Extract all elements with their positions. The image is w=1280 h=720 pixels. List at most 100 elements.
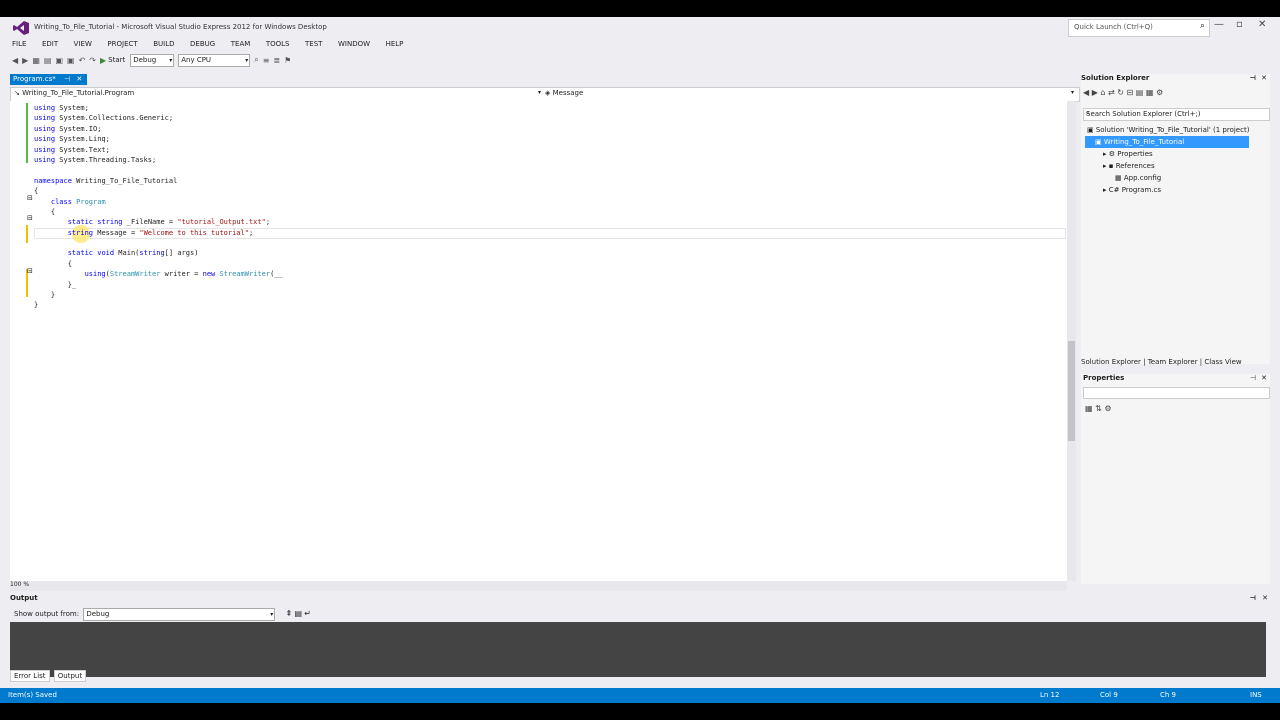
code-line[interactable]: using System.Text;	[34, 145, 283, 155]
collapse-method-icon[interactable]: ⊟	[27, 267, 33, 275]
type-dropdown[interactable]: ↘ Writing_To_File_Tutorial.Program	[14, 89, 134, 97]
tab-program-cs[interactable]: Program.cs* ⊣ ✕	[10, 74, 87, 85]
find-icon[interactable]: ⌕	[254, 55, 258, 65]
menu-test[interactable]: TEST	[305, 40, 322, 48]
word-wrap-icon[interactable]: ↵	[304, 609, 311, 618]
uncomment-icon[interactable]: ≣	[273, 56, 280, 65]
tab-team-explorer[interactable]: Team Explorer	[1148, 358, 1198, 366]
close-icon[interactable]: ✕	[1261, 74, 1267, 82]
code-line[interactable]: using System.Collections.Generic;	[34, 113, 283, 123]
output-source-select[interactable]: Debug ▾	[83, 608, 276, 621]
code-line[interactable]	[34, 165, 283, 175]
forward-icon[interactable]: ▶	[22, 56, 28, 65]
tab-error-list[interactable]: Error List	[10, 670, 50, 682]
comment-icon[interactable]: ≡	[263, 56, 270, 65]
tree-item-project[interactable]: ▣ Writing_To_File_Tutorial	[1085, 136, 1250, 148]
member-dropdown[interactable]: ◈ Message	[545, 89, 583, 97]
scrollbar-thumb[interactable]	[1068, 341, 1075, 441]
code-line[interactable]: }	[34, 300, 283, 310]
code-line[interactable]: {	[34, 186, 283, 196]
back-icon[interactable]: ◀	[1083, 88, 1089, 97]
wrench-icon[interactable]: ⚙	[1156, 88, 1163, 97]
code-line[interactable]: using System.IO;	[34, 124, 283, 134]
refresh-icon[interactable]: ↻	[1117, 88, 1124, 97]
configuration-select[interactable]: Debug ▾	[130, 53, 175, 67]
properties-icon[interactable]: ▤	[1136, 88, 1144, 97]
tab-class-view[interactable]: Class View	[1204, 358, 1241, 366]
menu-edit[interactable]: EDIT	[42, 40, 58, 48]
solution-search-input[interactable]: Search Solution Explorer (Ctrl+;) ⌕	[1083, 108, 1270, 121]
menu-help[interactable]: HELP	[386, 40, 404, 48]
back-icon[interactable]: ◀	[12, 56, 18, 65]
code-line[interactable]: static string _FileName = "tutorial_Outp…	[34, 217, 283, 227]
save-all-icon[interactable]: ▣	[67, 56, 75, 65]
maximize-icon[interactable]: ▫	[1236, 19, 1243, 30]
menu-view[interactable]: VIEW	[74, 40, 92, 48]
code-line[interactable]: string Message = "Welcome to this tutori…	[34, 228, 283, 238]
code-line[interactable]: }_	[34, 280, 283, 290]
new-project-icon[interactable]: ▦	[32, 56, 40, 65]
show-all-files-icon[interactable]: ▦	[1146, 88, 1154, 97]
menu-tools[interactable]: TOOLS	[266, 40, 290, 48]
menu-debug[interactable]: DEBUG	[190, 40, 215, 48]
properties-object-select[interactable]	[1083, 387, 1270, 399]
home-icon[interactable]: ⌂	[1100, 88, 1105, 97]
close-tab-icon[interactable]: ✕	[76, 75, 82, 83]
menu-file[interactable]: FILE	[12, 40, 26, 48]
code-line[interactable]: using(StreamWriter writer = new StreamWr…	[34, 269, 283, 279]
save-icon[interactable]: ▣	[55, 56, 63, 65]
menu-build[interactable]: BUILD	[153, 40, 174, 48]
property-pages-icon[interactable]: ⚙	[1104, 404, 1111, 413]
sync-icon[interactable]: ⇄	[1108, 88, 1115, 97]
close-icon[interactable]: ✕	[1258, 19, 1266, 30]
start-icon[interactable]: ▶	[100, 56, 106, 65]
code-line[interactable]: class Program	[34, 197, 283, 207]
zoom-level[interactable]: 100 %	[10, 581, 29, 588]
categorized-icon[interactable]: ▦	[1085, 404, 1093, 413]
platform-select[interactable]: Any CPU ▾	[178, 53, 251, 67]
tree-item-properties[interactable]: ▸ ⚙ Properties	[1085, 148, 1249, 160]
undo-icon[interactable]: ↶	[79, 56, 86, 65]
collapse-class-icon[interactable]: ⊟	[27, 214, 33, 222]
chevron-down-icon[interactable]: ▾	[1071, 89, 1074, 96]
menu-project[interactable]: PROJECT	[107, 40, 137, 48]
start-button[interactable]: Start	[108, 56, 125, 64]
pin-icon[interactable]: ⊣	[64, 75, 70, 83]
collapse-all-icon[interactable]: ⊟	[1127, 88, 1134, 97]
minimize-icon[interactable]: —	[1214, 19, 1224, 30]
code-editor[interactable]: ⊟ ⊟ ⊟ using System; using System.Collecti…	[10, 101, 1067, 581]
bookmark-icon[interactable]: ⚑	[284, 56, 291, 65]
tree-item-solution[interactable]: ▣ Solution 'Writing_To_File_Tutorial' (1…	[1085, 124, 1249, 136]
code-line[interactable]: using System.Threading.Tasks;	[34, 155, 283, 165]
quick-launch-input[interactable]: Quick Launch (Ctrl+Q) ⌕	[1068, 19, 1210, 37]
pin-icon[interactable]: ⊣	[1250, 594, 1256, 602]
code-line[interactable]	[34, 238, 283, 248]
close-icon[interactable]: ✕	[1261, 374, 1267, 382]
pin-icon[interactable]: ⊣	[1250, 374, 1256, 382]
tree-item-references[interactable]: ▸ ▪ References	[1085, 160, 1249, 172]
code-line[interactable]: using System.Linq;	[34, 134, 283, 144]
forward-icon[interactable]: ▶	[1092, 88, 1098, 97]
chevron-down-icon[interactable]: ▾	[538, 89, 541, 96]
open-icon[interactable]: ▤	[44, 56, 52, 65]
code-line[interactable]: namespace Writing_To_File_Tutorial	[34, 176, 283, 186]
code-line[interactable]: }	[34, 290, 283, 300]
tree-item-program-cs[interactable]: ▸ C# Program.cs	[1085, 184, 1249, 196]
expand-icon[interactable]: ▸	[1103, 150, 1107, 158]
pin-icon[interactable]: ⊣	[1250, 74, 1256, 82]
editor-horizontal-scrollbar[interactable]: 100 %	[10, 581, 1067, 591]
expand-icon[interactable]: ▸	[1103, 162, 1107, 170]
source-code[interactable]: using System; using System.Collections.Ge…	[34, 103, 283, 311]
alphabetical-icon[interactable]: ⇅	[1095, 404, 1102, 413]
find-message-icon[interactable]: ⇞	[286, 609, 293, 618]
redo-icon[interactable]: ↷	[89, 56, 96, 65]
tab-output[interactable]: Output	[53, 670, 87, 682]
code-line[interactable]: static void Main(string[] args)	[34, 248, 283, 258]
clear-all-icon[interactable]: ▤	[294, 609, 302, 618]
menu-window[interactable]: WINDOW	[338, 40, 370, 48]
close-icon[interactable]: ✕	[1262, 594, 1268, 602]
menu-team[interactable]: TEAM	[231, 40, 251, 48]
output-text-area[interactable]	[10, 622, 1266, 677]
code-line[interactable]: {	[34, 207, 283, 217]
code-line[interactable]: {	[34, 259, 283, 269]
